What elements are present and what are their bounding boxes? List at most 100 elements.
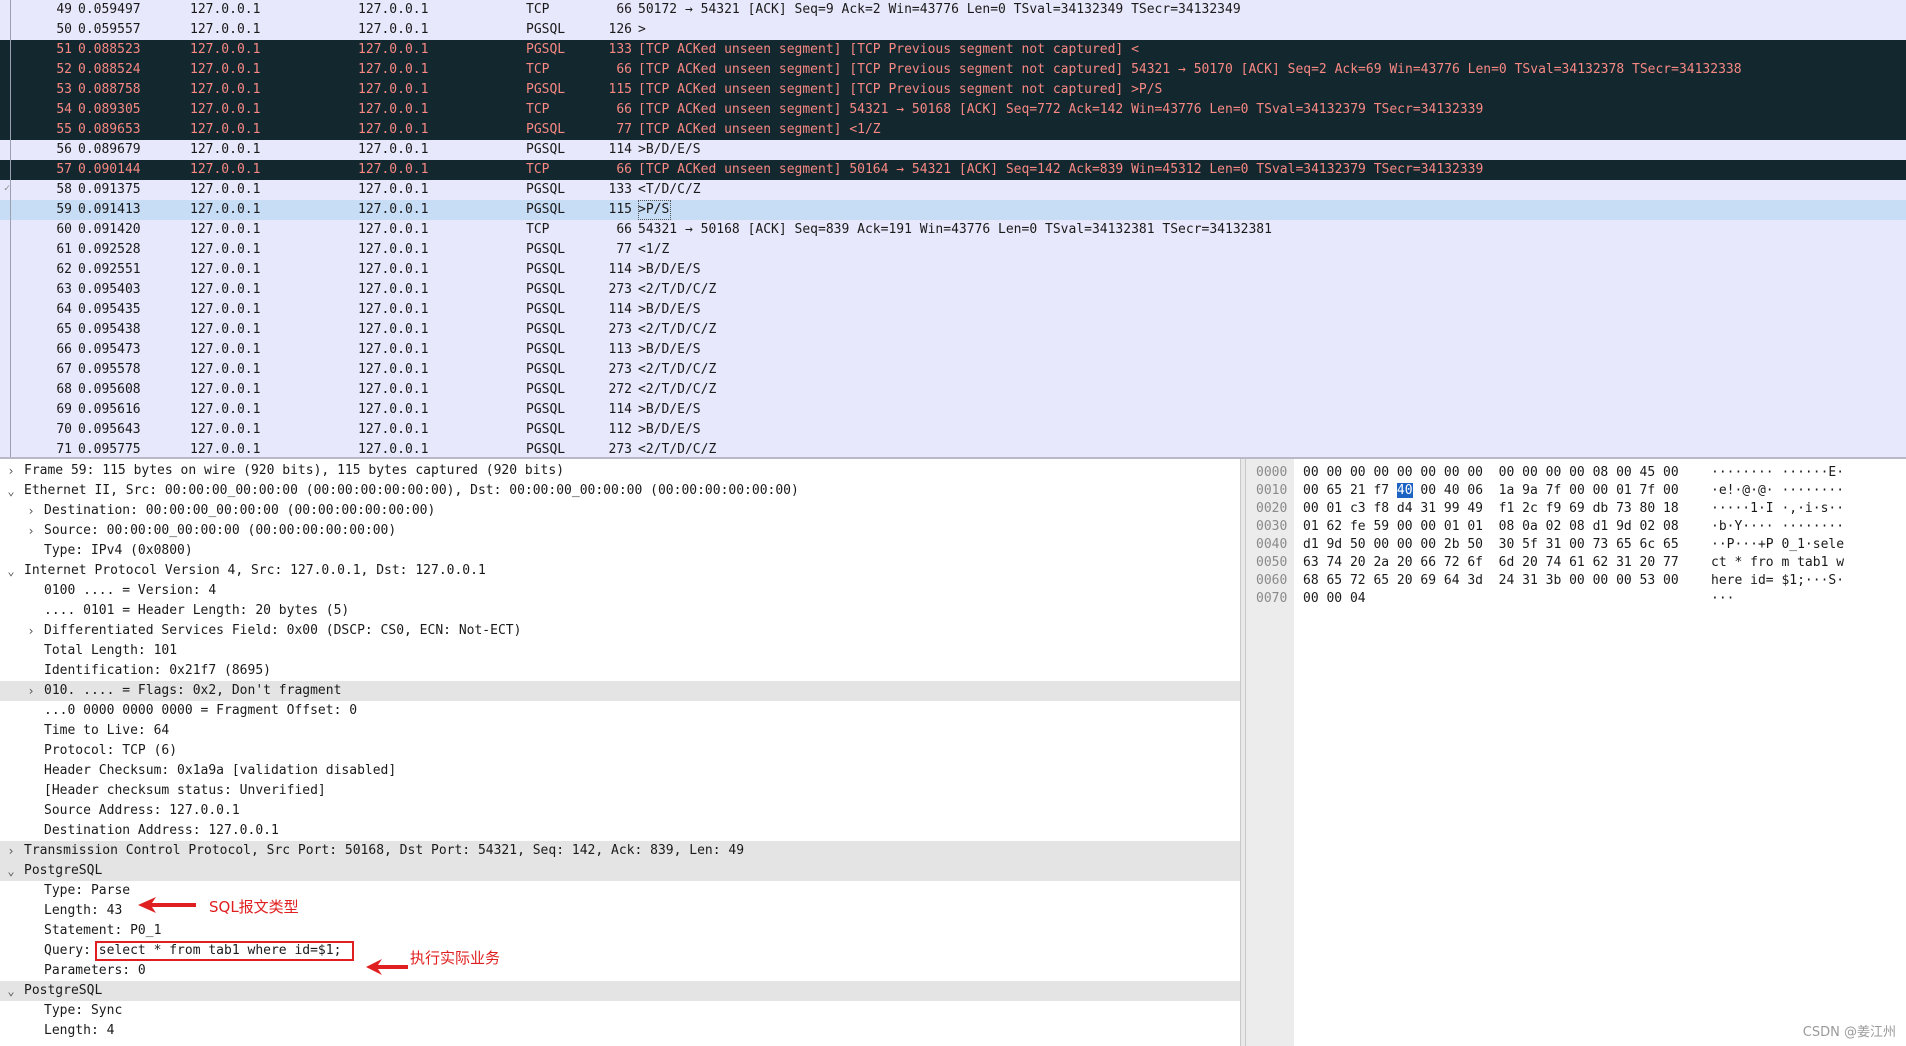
packet-destination: 127.0.0.1 — [358, 22, 429, 37]
packet-protocol: PGSQL — [526, 362, 566, 377]
packet-length: 77 — [616, 242, 632, 257]
chevron-right-icon[interactable]: › — [4, 841, 18, 861]
bytes-row[interactable]: 0020 00 01 c3 f8 d4 31 99 49 f1 2c f9 69 … — [1246, 500, 1906, 518]
packet-protocol: PGSQL — [526, 82, 566, 97]
packet-row[interactable]: 57 0.090144 127.0.0.1 127.0.0.1 TCP 66 [TCP AC… — [0, 160, 1906, 180]
packet-row[interactable]: 56 0.089679 127.0.0.1 127.0.0.1 PGSQL 114 >B/D… — [0, 140, 1906, 160]
packet-row[interactable]: 63 0.095403 127.0.0.1 127.0.0.1 PGSQL 273 <2/T… — [0, 280, 1906, 300]
detail-tree-item[interactable]: Type: IPv4 (0x0800) — [0, 541, 1240, 561]
packet-length: 114 — [608, 302, 632, 317]
bytes-offset: 0000 — [1256, 465, 1288, 480]
packet-length: 66 — [616, 222, 632, 237]
detail-tree-item[interactable]: Destination Address: 127.0.0.1 — [0, 821, 1240, 841]
packet-info: >B/D/E/S — [638, 422, 701, 437]
packet-row[interactable]: 70 0.095643 127.0.0.1 127.0.0.1 PGSQL 112 >B/D… — [0, 420, 1906, 440]
detail-tree-item[interactable]: › Source: 00:00:00_00:00:00 (00:00:00:00:… — [0, 521, 1240, 541]
packet-row[interactable]: 54 0.089305 127.0.0.1 127.0.0.1 TCP 66 [TCP AC… — [0, 100, 1906, 120]
detail-tree-item[interactable]: Parameters: 0 — [0, 961, 1240, 981]
detail-tree-item[interactable]: ⌄ Ethernet II, Src: 00:00:00_00:00:00 (00… — [0, 481, 1240, 501]
packet-row[interactable]: 52 0.088524 127.0.0.1 127.0.0.1 TCP 66 [TCP AC… — [0, 60, 1906, 80]
packet-row[interactable]: 60 0.091420 127.0.0.1 127.0.0.1 TCP 66 54321 →… — [0, 220, 1906, 240]
packet-length: 133 — [608, 42, 632, 57]
detail-tree-label: [Header checksum status: Unverified] — [44, 783, 326, 798]
packet-row[interactable]: 67 0.095578 127.0.0.1 127.0.0.1 PGSQL 273 <2/T… — [0, 360, 1906, 380]
chevron-down-icon[interactable]: ⌄ — [4, 481, 18, 501]
packet-list[interactable]: 49 0.059497 127.0.0.1 127.0.0.1 TCP 66 50172 →… — [0, 0, 1906, 457]
bytes-row[interactable]: 0050 63 74 20 2a 20 66 72 6f 6d 20 74 61 … — [1246, 554, 1906, 572]
packet-row[interactable]: 68 0.095608 127.0.0.1 127.0.0.1 PGSQL 272 <2/T… — [0, 380, 1906, 400]
bytes-row[interactable]: 0000 00 00 00 00 00 00 00 00 00 00 00 00 … — [1246, 464, 1906, 482]
detail-tree-item[interactable]: Time to Live: 64 — [0, 721, 1240, 741]
detail-tree-item[interactable]: 0100 .... = Version: 4 — [0, 581, 1240, 601]
detail-tree-item[interactable]: Protocol: TCP (6) — [0, 741, 1240, 761]
packet-destination: 127.0.0.1 — [358, 42, 429, 57]
detail-tree-label: PostgreSQL — [24, 983, 103, 998]
detail-tree-item[interactable]: Type: Sync — [0, 1001, 1240, 1021]
packet-row[interactable]: 49 0.059497 127.0.0.1 127.0.0.1 TCP 66 50172 →… — [0, 0, 1906, 20]
detail-tree-item[interactable]: › 010. .... = Flags: 0x2, Don't fragment — [0, 681, 1240, 701]
detail-tree-item[interactable]: ...0 0000 0000 0000 = Fragment Offset: 0 — [0, 701, 1240, 721]
bytes-row[interactable]: 0010 00 65 21 f7 40 00 40 06 1a 9a 7f 00 … — [1246, 482, 1906, 500]
chevron-down-icon[interactable]: ⌄ — [4, 981, 18, 1001]
packet-protocol: PGSQL — [526, 402, 566, 417]
chevron-right-icon[interactable]: › — [24, 501, 38, 521]
bytes-offset: 0070 — [1256, 591, 1288, 606]
chevron-right-icon[interactable]: › — [24, 521, 38, 541]
packet-info: <2/T/D/C/Z — [638, 282, 717, 297]
detail-tree-item[interactable]: [Header checksum status: Unverified] — [0, 781, 1240, 801]
packet-time: 0.091375 — [78, 182, 141, 197]
detail-tree-item[interactable]: ⌄ PostgreSQL — [0, 861, 1240, 881]
packet-info: >B/D/E/S — [638, 342, 701, 357]
packet-row[interactable]: 51 0.088523 127.0.0.1 127.0.0.1 PGSQL 133 [TCP… — [0, 40, 1906, 60]
detail-tree-label: Transmission Control Protocol, Src Port:… — [24, 843, 745, 858]
packet-bytes-pane[interactable]: 0000 00 00 00 00 00 00 00 00 00 00 00 00 … — [1246, 459, 1906, 1046]
bytes-row[interactable]: 0060 68 65 72 65 20 69 64 3d 24 31 3b 00 … — [1246, 572, 1906, 590]
packet-source: 127.0.0.1 — [190, 42, 261, 57]
packet-row[interactable]: 53 0.088758 127.0.0.1 127.0.0.1 PGSQL 115 [TCP… — [0, 80, 1906, 100]
annotation-query-label: 执行实际业务 — [410, 949, 501, 967]
detail-tree-item[interactable]: Total Length: 101 — [0, 641, 1240, 661]
chevron-right-icon[interactable]: › — [4, 461, 18, 481]
bytes-row[interactable]: 0040 d1 9d 50 00 00 00 2b 50 30 5f 31 00 … — [1246, 536, 1906, 554]
detail-tree-item[interactable]: .... 0101 = Header Length: 20 bytes (5) — [0, 601, 1240, 621]
detail-tree-item[interactable]: › Destination: 00:00:00_00:00:00 (00:00:0… — [0, 501, 1240, 521]
packet-time: 0.089653 — [78, 122, 141, 137]
chevron-right-icon[interactable]: › — [24, 681, 38, 701]
detail-tree-item[interactable]: › Differentiated Services Field: 0x00 (DS… — [0, 621, 1240, 641]
detail-tree-item[interactable]: Length: 4 — [0, 1021, 1240, 1041]
bytes-hex: 00 65 21 f7 40 00 40 06 1a 9a 7f 00 00 0… — [1303, 483, 1679, 498]
bytes-row[interactable]: 0070 00 00 04 ··· — [1246, 590, 1906, 608]
chevron-down-icon[interactable]: ⌄ — [4, 861, 18, 881]
detail-tree-item[interactable]: Header Checksum: 0x1a9a [validation disa… — [0, 761, 1240, 781]
packet-row[interactable]: 71 0.095775 127.0.0.1 127.0.0.1 PGSQL 273 <2/T… — [0, 440, 1906, 457]
bytes-ascii: here id= $1;···S· — [1711, 573, 1845, 588]
packet-row[interactable]: 55 0.089653 127.0.0.1 127.0.0.1 PGSQL 77 [TCP … — [0, 120, 1906, 140]
packet-row[interactable]: 69 0.095616 127.0.0.1 127.0.0.1 PGSQL 114 >B/D… — [0, 400, 1906, 420]
packet-row[interactable]: 62 0.092551 127.0.0.1 127.0.0.1 PGSQL 114 >B/D… — [0, 260, 1906, 280]
packet-destination: 127.0.0.1 — [358, 2, 429, 17]
bytes-ascii: ··· — [1711, 591, 1735, 606]
detail-tree-label: Source: 00:00:00_00:00:00 (00:00:00:00:0… — [44, 523, 397, 538]
packet-protocol: PGSQL — [526, 242, 566, 257]
packet-row[interactable]: 66 0.095473 127.0.0.1 127.0.0.1 PGSQL 113 >B/D… — [0, 340, 1906, 360]
detail-tree-item[interactable]: ⌄ Internet Protocol Version 4, Src: 127.0… — [0, 561, 1240, 581]
detail-tree-item[interactable]: ⌄ PostgreSQL — [0, 981, 1240, 1001]
packet-row[interactable]: 61 0.092528 127.0.0.1 127.0.0.1 PGSQL 77 <1/Z — [0, 240, 1906, 260]
bytes-row[interactable]: 0030 01 62 fe 59 00 00 01 01 08 0a 02 08 … — [1246, 518, 1906, 536]
detail-tree-item[interactable]: › Frame 59: 115 bytes on wire (920 bits),… — [0, 461, 1240, 481]
detail-tree-label: Internet Protocol Version 4, Src: 127.0.… — [24, 563, 486, 578]
detail-tree-item[interactable]: Source Address: 127.0.0.1 — [0, 801, 1240, 821]
detail-tree-item[interactable]: › Transmission Control Protocol, Src Port… — [0, 841, 1240, 861]
packet-row[interactable]: 59 0.091413 127.0.0.1 127.0.0.1 PGSQL 115 >P/S — [0, 200, 1906, 220]
selected-byte[interactable]: 40 — [1396, 483, 1413, 498]
bytes-offset: 0020 — [1256, 501, 1288, 516]
chevron-down-icon[interactable]: ⌄ — [4, 561, 18, 581]
chevron-right-icon[interactable]: › — [24, 621, 38, 641]
detail-tree-item[interactable]: Statement: P0_1 — [0, 921, 1240, 941]
packet-time: 0.095775 — [78, 442, 141, 457]
detail-tree-item[interactable]: Identification: 0x21f7 (8695) — [0, 661, 1240, 681]
packet-row[interactable]: 65 0.095438 127.0.0.1 127.0.0.1 PGSQL 273 <2/T… — [0, 320, 1906, 340]
packet-row[interactable]: 64 0.095435 127.0.0.1 127.0.0.1 PGSQL 114 >B/D… — [0, 300, 1906, 320]
packet-row[interactable]: 58 0.091375 127.0.0.1 127.0.0.1 PGSQL 133 <T/D… — [0, 180, 1906, 200]
packet-row[interactable]: 50 0.059557 127.0.0.1 127.0.0.1 PGSQL 126 > — [0, 20, 1906, 40]
